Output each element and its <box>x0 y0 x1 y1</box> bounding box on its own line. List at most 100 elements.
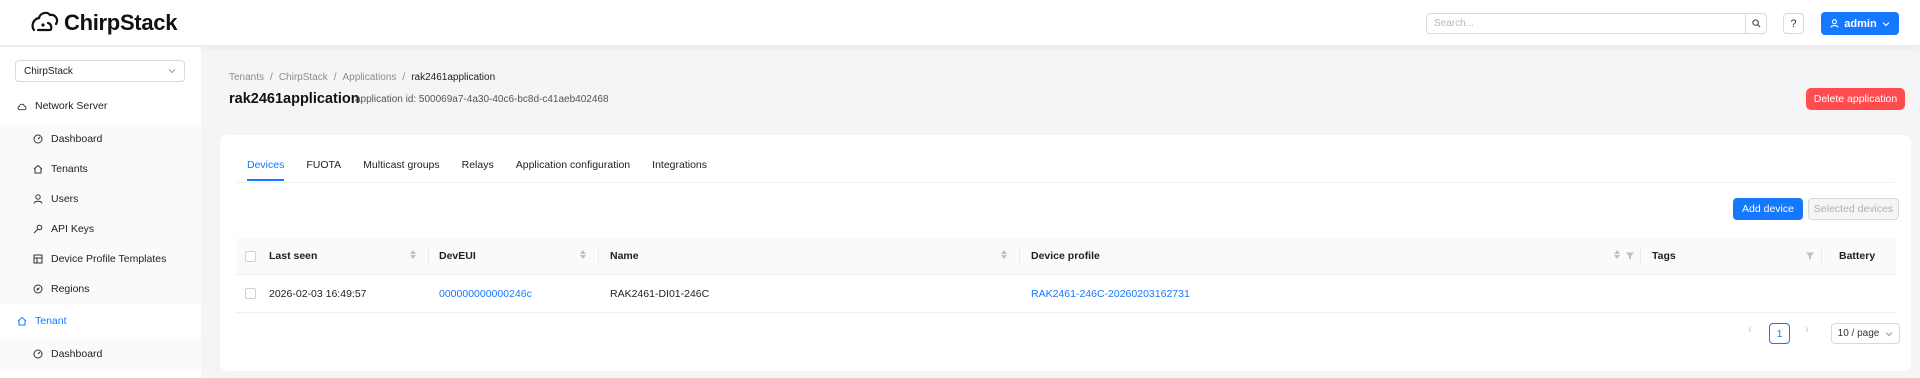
application-id: application id: 500069a7-4a30-40c6-bc8d-… <box>355 94 609 105</box>
page-title: rak2461application <box>229 91 360 107</box>
column-divider <box>428 247 429 266</box>
cell-name: RAK2461-DI01-246C <box>610 287 710 300</box>
dashboard-icon <box>33 134 43 144</box>
sort-icon[interactable] <box>1614 250 1620 259</box>
row-checkbox-cell <box>245 275 256 312</box>
table-row[interactable]: 2026-02-03 16:49:57 000000000000246c RAK… <box>236 275 1896 313</box>
devices-table: Last seen DevEUI Name Device profile Tag… <box>236 238 1896 313</box>
breadcrumb-item-tenant[interactable]: ChirpStack <box>279 72 328 83</box>
logo-text: ChirpStack <box>64 10 178 35</box>
breadcrumb-item-tenants[interactable]: Tenants <box>229 72 264 83</box>
tab-integrations[interactable]: Integrations <box>652 159 707 181</box>
row-checkbox[interactable] <box>245 288 256 299</box>
breadcrumb: Tenants / ChirpStack / Applications / ra… <box>229 72 495 83</box>
column-header-tags: Tags <box>1652 250 1676 262</box>
sidebar-group-network-server[interactable]: Network Server <box>0 91 201 121</box>
delete-application-button[interactable]: Delete application <box>1806 88 1905 110</box>
chevron-down-icon <box>168 69 176 74</box>
sidebar-group-label: Tenant <box>35 315 67 327</box>
breadcrumb-item-applications[interactable]: Applications <box>343 72 397 83</box>
breadcrumb-separator: / <box>270 72 273 83</box>
sort-icon[interactable] <box>1001 250 1007 259</box>
home-icon <box>17 316 27 326</box>
pagination-next-icon[interactable]: › <box>1805 322 1809 336</box>
sidebar-item-api-keys[interactable]: API Keys <box>0 214 201 244</box>
tabs-divider <box>237 182 1894 183</box>
search-button[interactable] <box>1746 13 1767 34</box>
compass-icon <box>33 284 43 294</box>
filter-icon[interactable] <box>1626 252 1634 260</box>
sidebar-item-device-profile-templates[interactable]: Device Profile Templates <box>0 244 201 274</box>
sidebar-group-label: Network Server <box>35 100 108 112</box>
tabs: Devices FUOTA Multicast groups Relays Ap… <box>247 159 729 181</box>
column-header-deveui[interactable]: DevEUI <box>439 238 476 274</box>
home-icon <box>33 164 43 174</box>
pagination-page-1[interactable]: 1 <box>1769 323 1790 344</box>
cell-deveui-link[interactable]: 000000000000246c <box>439 275 532 312</box>
tab-fuota[interactable]: FUOTA <box>306 159 341 181</box>
sidebar-item-label: Users <box>51 193 79 205</box>
column-header-name[interactable]: Name <box>610 238 639 274</box>
chevron-down-icon <box>1886 331 1893 336</box>
user-icon <box>1830 19 1839 28</box>
tenant-select[interactable]: ChirpStack <box>15 60 185 82</box>
breadcrumb-separator: / <box>333 72 337 83</box>
sidebar-item-tenant-dashboard[interactable]: Dashboard <box>0 339 201 369</box>
user-label: admin <box>1844 17 1877 30</box>
add-device-button[interactable]: Add device <box>1733 198 1803 220</box>
sidebar-item-label: Dashboard <box>51 348 103 360</box>
chevron-down-icon <box>1882 21 1890 26</box>
chirpstack-logo[interactable]: ChirpStack <box>30 10 177 36</box>
sidebar-item-label: Tenants <box>51 163 88 175</box>
filter-icon[interactable] <box>1806 252 1814 260</box>
top-header: ChirpStack ? admin <box>0 0 1920 46</box>
tab-relays[interactable]: Relays <box>462 159 494 181</box>
column-divider <box>1019 247 1020 266</box>
sidebar-item-label: API Keys <box>51 223 95 235</box>
user-menu-button[interactable]: admin <box>1821 12 1899 35</box>
devices-card: Devices FUOTA Multicast groups Relays Ap… <box>220 135 1911 371</box>
chirpstack-logo-icon <box>31 11 59 32</box>
sidebar-group-tenant[interactable]: Tenant <box>0 306 201 336</box>
selected-devices-button[interactable]: Selected devices <box>1808 198 1899 220</box>
sidebar-item-users[interactable]: Users <box>0 184 201 214</box>
table-header: Last seen DevEUI Name Device profile Tag… <box>236 238 1896 275</box>
sidebar-item-label: Device Profile Templates <box>51 253 167 265</box>
column-header-last-seen[interactable]: Last seen <box>269 238 317 274</box>
key-icon <box>33 224 43 234</box>
user-icon <box>33 194 43 204</box>
template-icon <box>33 254 43 264</box>
column-divider <box>1821 247 1822 266</box>
tab-application-configuration[interactable]: Application configuration <box>516 159 630 181</box>
sidebar-item-label: Dashboard <box>51 133 103 145</box>
column-header-device-profile[interactable]: Device profile <box>1031 238 1100 274</box>
sidebar-item-dashboard[interactable]: Dashboard <box>0 124 201 154</box>
select-all-checkbox[interactable] <box>245 250 256 262</box>
sidebar: ChirpStack Network Server Dashboard Tena… <box>0 47 201 378</box>
tab-devices[interactable]: Devices <box>247 159 285 181</box>
breadcrumb-separator: / <box>402 72 406 83</box>
cloud-icon <box>17 101 27 111</box>
sort-icon[interactable] <box>410 250 416 259</box>
sidebar-item-tenants[interactable]: Tenants <box>0 154 201 184</box>
tab-multicast-groups[interactable]: Multicast groups <box>363 159 439 181</box>
cell-device-profile-link[interactable]: RAK2461-246C-20260203162731 <box>1031 275 1190 312</box>
breadcrumb-item-current: rak2461application <box>411 72 496 83</box>
tenant-select-value: ChirpStack <box>24 65 73 77</box>
select-all-checkbox-cell <box>245 238 256 274</box>
dashboard-icon <box>33 349 43 359</box>
search-bar <box>1426 13 1767 34</box>
page-size-value: 10 / page <box>1837 328 1880 339</box>
search-icon <box>1751 19 1761 28</box>
help-button[interactable]: ? <box>1783 13 1804 34</box>
pagination-prev-icon[interactable]: ‹ <box>1748 322 1752 336</box>
search-input[interactable] <box>1426 13 1746 34</box>
sort-icon[interactable] <box>580 250 586 259</box>
page-size-select[interactable]: 10 / page <box>1831 323 1900 344</box>
column-header-battery: Battery <box>1839 250 1876 262</box>
sidebar-item-label: Regions <box>51 283 90 295</box>
cell-last-seen: 2026-02-03 16:49:57 <box>269 287 367 300</box>
column-divider <box>1640 247 1641 266</box>
column-divider <box>598 247 599 266</box>
sidebar-item-regions[interactable]: Regions <box>0 274 201 304</box>
